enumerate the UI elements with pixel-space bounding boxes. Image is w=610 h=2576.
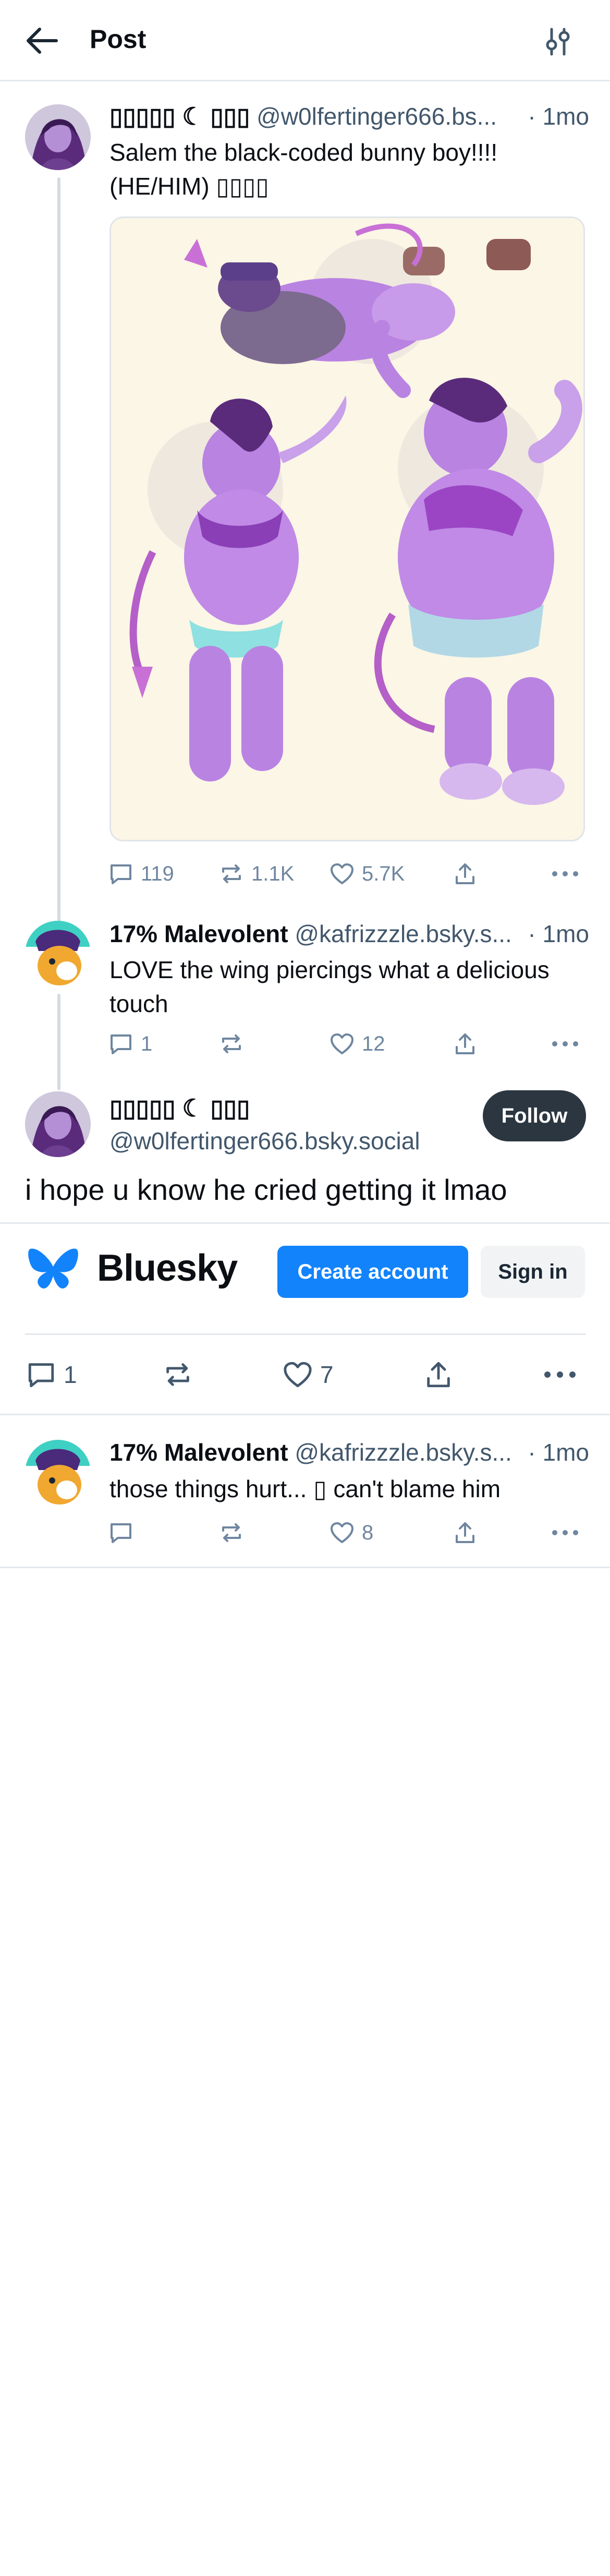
author-handle[interactable]: @kafrizzzle.bsky.s... xyxy=(295,920,511,947)
share-button[interactable] xyxy=(453,1028,478,1060)
post-actions: 1 12 xyxy=(108,1028,588,1060)
repost-icon xyxy=(222,864,241,883)
post-header: 17% Malevolent @kafrizzzle.bsky.s... · 1… xyxy=(109,1438,589,1466)
repost-button[interactable] xyxy=(219,1517,244,1548)
heart-icon xyxy=(331,1522,353,1543)
reply-icon xyxy=(111,1034,131,1054)
post-text-line: (HE/HIM) ▯▯▯▯ xyxy=(109,173,269,200)
post-time[interactable]: · 1mo xyxy=(522,102,589,130)
heart-icon xyxy=(331,1033,353,1054)
author-name[interactable]: 17% Malevolent xyxy=(109,920,288,947)
like-count: 7 xyxy=(320,1361,334,1388)
heart-icon xyxy=(331,863,353,884)
author-name[interactable]: ▯▯▯▯▯ ☾ ▯▯▯ xyxy=(109,1094,250,1122)
reply-icon xyxy=(28,1363,54,1388)
like-count: 5.7K xyxy=(362,862,405,885)
arrow-left-icon xyxy=(27,28,58,54)
post-actions: 119 1.1K 5.7K xyxy=(108,858,588,889)
author-name[interactable]: ▯▯▯▯▯ ☾ ▯▯▯ xyxy=(109,103,250,130)
heart-icon xyxy=(284,1362,312,1388)
follow-button[interactable]: Follow xyxy=(483,1090,586,1141)
create-account-button[interactable]: Create account xyxy=(277,1246,468,1298)
like-button[interactable]: 5.7K xyxy=(330,858,405,889)
repost-icon xyxy=(222,1034,241,1053)
share-button[interactable] xyxy=(453,858,478,889)
post-text-line: LOVE the wing piercings what a delicious xyxy=(109,956,550,983)
back-button[interactable] xyxy=(25,26,59,55)
share-button[interactable] xyxy=(423,1356,454,1393)
more-dots-icon xyxy=(552,1041,578,1046)
avatar[interactable] xyxy=(25,1091,91,1157)
like-count: 12 xyxy=(362,1032,385,1055)
like-button[interactable]: 8 xyxy=(330,1517,373,1548)
share-icon xyxy=(456,1522,474,1543)
more-button[interactable] xyxy=(550,858,581,889)
character-art-image xyxy=(111,218,583,840)
thread-line xyxy=(57,994,60,1090)
post-actions: 1 7 xyxy=(26,1356,587,1393)
author-name[interactable]: 17% Malevolent xyxy=(109,1439,288,1466)
reply-icon xyxy=(111,1523,131,1543)
reply-button[interactable] xyxy=(108,1517,133,1548)
more-button[interactable] xyxy=(550,1028,581,1060)
repost-button[interactable] xyxy=(219,1028,244,1060)
like-button[interactable]: 12 xyxy=(330,1028,385,1060)
brand-name: Bluesky xyxy=(97,1247,238,1289)
post-header: 17% Malevolent @kafrizzzle.bsky.s... · 1… xyxy=(109,920,589,948)
author-handle[interactable]: @w0lfertinger666.bsky.social xyxy=(109,1127,420,1154)
reply-count: 1 xyxy=(141,1032,153,1055)
reply-button[interactable]: 119 xyxy=(108,858,174,889)
divider xyxy=(0,1414,610,1415)
author-handle-row: @w0lfertinger666.bsky.social xyxy=(109,1127,474,1155)
avatar[interactable] xyxy=(25,104,91,170)
post-text-line: Salem the black-coded bunny boy!!!! xyxy=(109,139,498,166)
author-handle[interactable]: @w0lfertinger666.bs... xyxy=(257,103,497,130)
author-name-row: ▯▯▯▯▯ ☾ ▯▯▯ xyxy=(109,1094,474,1122)
post-actions: 8 xyxy=(108,1517,588,1548)
page-title: Post xyxy=(90,25,147,54)
repost-icon xyxy=(166,1363,189,1386)
reply-button[interactable]: 1 xyxy=(108,1028,152,1060)
repost-button[interactable]: 1.1K xyxy=(219,858,294,889)
reply-count: 1 xyxy=(64,1361,77,1388)
divider xyxy=(0,1567,610,1568)
sliders-icon xyxy=(546,28,570,56)
more-button[interactable] xyxy=(541,1356,579,1393)
sign-in-button[interactable]: Sign in xyxy=(481,1246,585,1298)
post-time[interactable]: · 1mo xyxy=(522,920,589,948)
more-dots-icon xyxy=(544,1371,576,1378)
avatar[interactable] xyxy=(25,1440,91,1506)
post-header: ▯▯▯▯▯ ☾ ▯▯▯ @w0lfertinger666.bs... · 1mo xyxy=(109,102,589,130)
like-count: 8 xyxy=(362,1521,374,1544)
post-text-line: touch xyxy=(109,990,168,1017)
top-bar: Post xyxy=(0,0,610,81)
divider xyxy=(0,1222,610,1224)
share-icon xyxy=(427,1362,450,1388)
post-time[interactable]: · 1mo xyxy=(522,1438,589,1466)
post-text: LOVE the wing piercings what a delicious… xyxy=(109,953,589,1021)
more-dots-icon xyxy=(552,871,578,876)
post-image[interactable] xyxy=(109,216,585,841)
like-button[interactable]: 7 xyxy=(283,1356,334,1393)
post-text: Salem the black-coded bunny boy!!!! (HE/… xyxy=(109,136,589,203)
butterfly-logo-icon xyxy=(28,1248,78,1289)
reply-icon xyxy=(111,864,131,884)
share-icon xyxy=(456,863,474,884)
divider xyxy=(25,1333,586,1335)
author-handle[interactable]: @kafrizzzle.bsky.s... xyxy=(295,1439,511,1466)
share-icon xyxy=(456,1033,474,1054)
reply-button[interactable]: 1 xyxy=(26,1356,77,1393)
repost-icon xyxy=(222,1523,241,1542)
repost-count: 1.1K xyxy=(251,862,295,885)
repost-button[interactable] xyxy=(163,1356,193,1393)
reply-count: 119 xyxy=(141,862,174,885)
more-dots-icon xyxy=(552,1530,578,1535)
thread-line xyxy=(57,177,60,929)
post-text: i hope u know he cried getting it lmao xyxy=(25,1173,507,1206)
thread-settings-button[interactable] xyxy=(542,26,574,57)
more-button[interactable] xyxy=(550,1517,581,1548)
avatar[interactable] xyxy=(25,921,91,986)
post-text: those things hurt... ▯ can't blame him xyxy=(109,1475,501,1502)
share-button[interactable] xyxy=(453,1517,478,1548)
